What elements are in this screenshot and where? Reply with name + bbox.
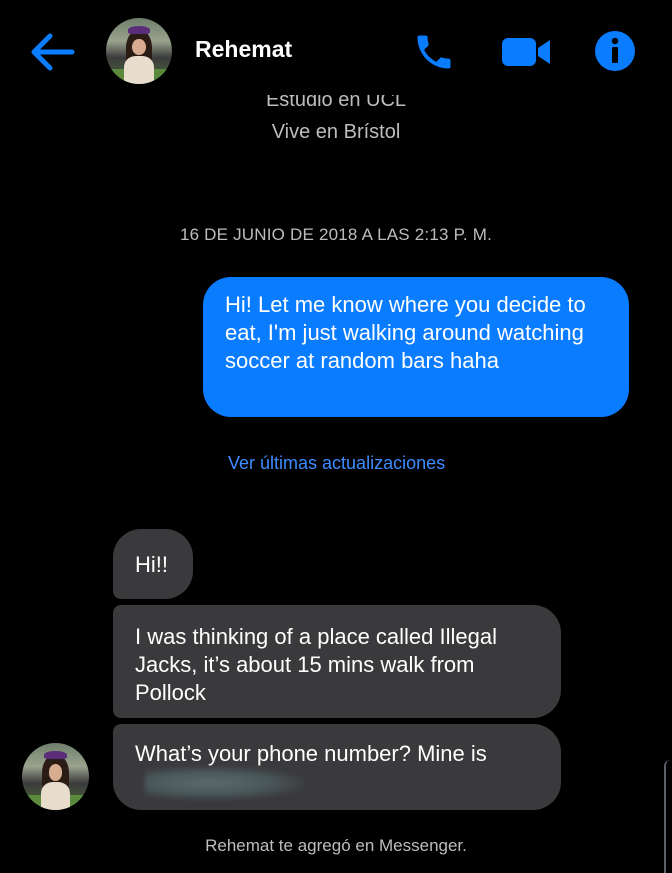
redacted-phone-number — [145, 766, 305, 800]
incoming-message-bubble[interactable]: I was thinking of a place called Illegal… — [113, 605, 561, 718]
sender-avatar[interactable] — [22, 743, 89, 810]
outgoing-message-bubble[interactable]: Hi! Let me know where you decide to eat,… — [203, 277, 629, 417]
video-camera-icon[interactable] — [500, 32, 552, 72]
profile-studies-line: Estudio en UCL — [265, 95, 407, 109]
scrollbar-edge — [664, 760, 672, 873]
see-latest-updates-link[interactable]: Ver últimas actualizaciones — [228, 453, 445, 474]
incoming-message-bubble[interactable]: Hi!! — [113, 529, 193, 599]
contact-avatar[interactable] — [106, 18, 172, 84]
profile-location-line: Vive en Brístol — [271, 121, 401, 143]
message-timestamp: 16 DE JUNIO DE 2018 A LAS 2:13 P. M. — [179, 225, 493, 244]
top-bar: Rehemat — [0, 0, 672, 100]
added-on-messenger-note: Rehemat te agregó en Messenger. — [205, 836, 467, 855]
contact-name[interactable]: Rehemat — [195, 36, 292, 63]
back-arrow-icon[interactable] — [28, 30, 76, 74]
info-icon[interactable] — [594, 30, 636, 72]
phone-icon[interactable] — [412, 30, 456, 74]
